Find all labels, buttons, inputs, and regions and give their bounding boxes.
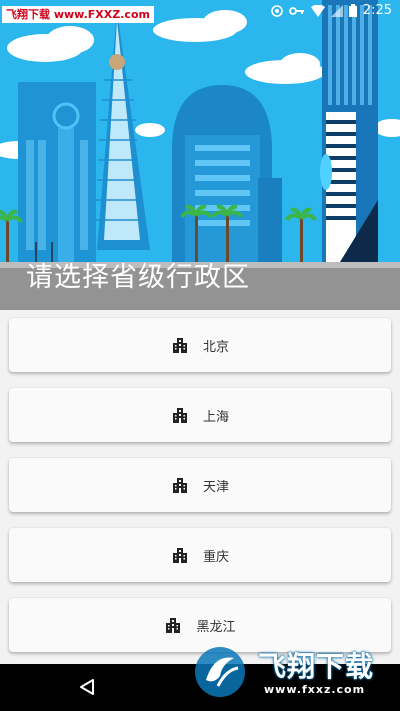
clock: 2:25 — [362, 3, 392, 18]
province-label: 黑龙江 — [196, 619, 236, 635]
list-item-province[interactable]: 北京 — [9, 318, 391, 372]
back-triangle-icon[interactable] — [78, 678, 96, 696]
province-label: 重庆 — [202, 549, 229, 565]
sync-icon — [270, 4, 283, 17]
key-icon — [288, 6, 304, 15]
status-icons: 2:25 — [270, 3, 392, 18]
province-label: 北京 — [202, 339, 229, 355]
list-item-province[interactable]: 重庆 — [9, 528, 391, 582]
building-icon — [172, 338, 187, 353]
province-label: 天津 — [202, 479, 229, 495]
header-banner: 请选择省级行政区 — [0, 0, 400, 310]
building-icon — [166, 618, 181, 633]
page-title: 请选择省级行政区 — [26, 262, 250, 293]
watermark-top: 飞翔下载 www.FXXZ.com — [2, 6, 154, 23]
building-icon — [172, 408, 187, 423]
building-icon — [172, 548, 187, 563]
battery-icon — [348, 4, 357, 17]
signal-icon — [330, 4, 343, 17]
watermark-title: 飞翔下载 — [258, 650, 375, 683]
province-label: 上海 — [202, 409, 229, 425]
building-icon — [172, 478, 187, 493]
status-bar: 飞翔下载 www.FXXZ.com 2:25 — [0, 0, 400, 25]
list-item-province[interactable]: 上海 — [9, 388, 391, 442]
wifi-icon — [310, 4, 325, 17]
list-item-province[interactable]: 天津 — [9, 458, 391, 512]
watermark-url: www.fxxz.com — [264, 683, 366, 696]
